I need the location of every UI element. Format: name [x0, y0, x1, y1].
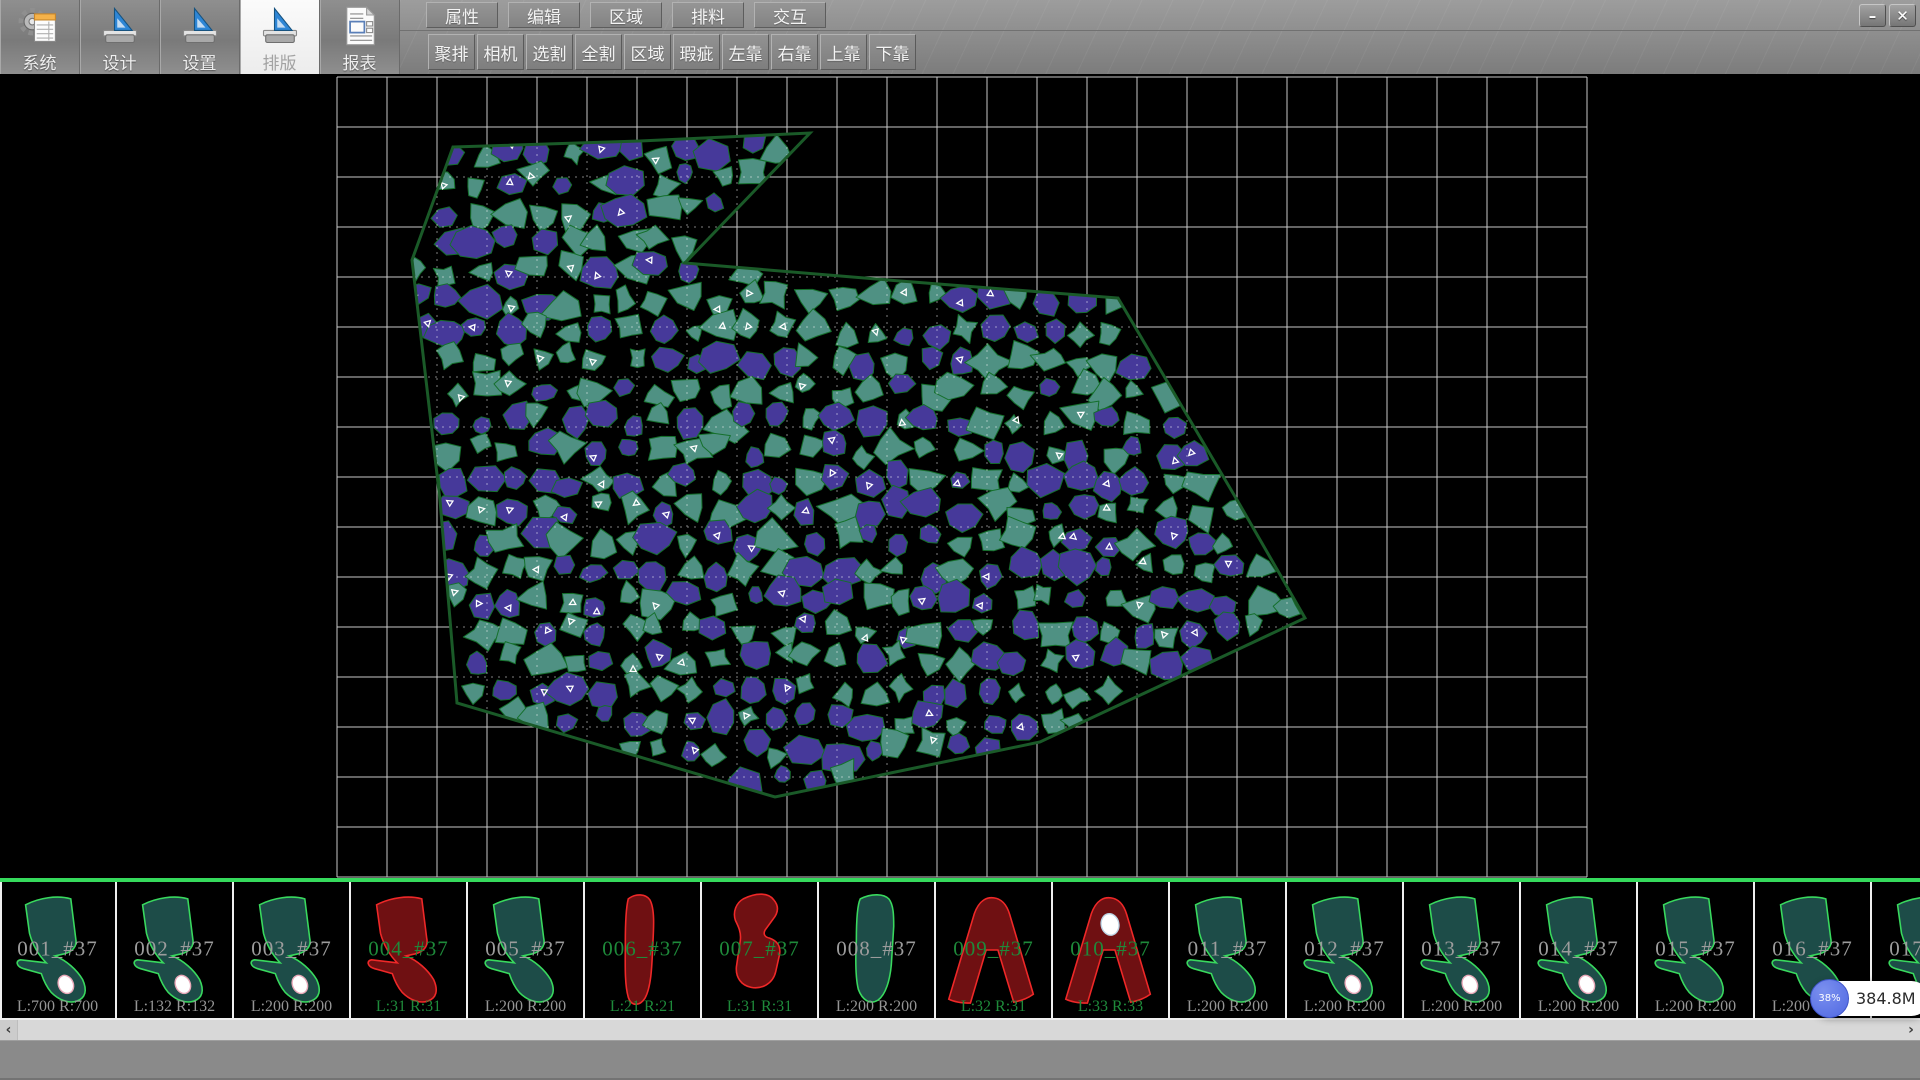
part-label: 017_#37 [1872, 936, 1920, 961]
part-label: 002_#37 [117, 936, 232, 961]
system-icon [18, 4, 62, 48]
report-icon [338, 4, 382, 48]
part-lr-count: L:200 R:200 [1521, 998, 1636, 1016]
window-controls: – ✕ [1859, 4, 1916, 27]
part-label: 013_#37 [1404, 936, 1519, 961]
part-thumbnail-009_#37[interactable]: 009_#37 L:32 R:31 [936, 882, 1053, 1018]
scroll-left-button[interactable]: ‹ [0, 1020, 18, 1040]
menu-button-4[interactable]: 交互 [754, 2, 826, 28]
part-lr-count: L:200 R:200 [234, 998, 349, 1016]
menu-button-1[interactable]: 编辑 [508, 2, 580, 28]
app-button-ruler-设置[interactable]: 设置 [160, 0, 240, 74]
tool-button-3[interactable]: 全割 [575, 34, 622, 70]
app-button-ruler-排版[interactable]: 排版 [240, 0, 320, 74]
scroll-track[interactable] [18, 1020, 1902, 1040]
part-thumbnail-011_#37[interactable]: 011_#37 L:200 R:200 [1170, 882, 1287, 1018]
part-lr-count: L:200 R:200 [1638, 998, 1753, 1016]
app-button-label: 排版 [263, 49, 297, 74]
part-lr-count: L:132 R:132 [117, 998, 232, 1016]
part-label: 008_#37 [819, 936, 934, 961]
tool-button-4[interactable]: 区域 [624, 34, 671, 70]
app-button-system-系统[interactable]: 系统 [0, 0, 80, 74]
part-label: 015_#37 [1638, 936, 1753, 961]
part-lr-count: L:33 R:33 [1053, 998, 1168, 1016]
part-thumbnail-008_#37[interactable]: 008_#37 L:200 R:200 [819, 882, 936, 1018]
part-thumbnail-003_#37[interactable]: 003_#37 L:200 R:200 [234, 882, 351, 1018]
menu-button-3[interactable]: 排料 [672, 2, 744, 28]
part-lr-count: L:21 R:21 [585, 998, 700, 1016]
ribbon: 系统设计设置排版报表 属性编辑区域排料交互 聚排相机选割全割区域瑕疵左靠右靠上靠… [0, 0, 1920, 74]
ruler-icon [258, 4, 302, 48]
ribbon-right: 属性编辑区域排料交互 聚排相机选割全割区域瑕疵左靠右靠上靠下靠 [400, 0, 1920, 74]
tool-button-8[interactable]: 上靠 [820, 34, 867, 70]
tool-button-7[interactable]: 右靠 [771, 34, 818, 70]
scroll-right-button[interactable]: › [1902, 1020, 1920, 1040]
part-thumbnail-012_#37[interactable]: 012_#37 L:200 R:200 [1287, 882, 1404, 1018]
part-label: 014_#37 [1521, 936, 1636, 961]
part-thumbnail-006_#37[interactable]: 006_#37 L:21 R:21 [585, 882, 702, 1018]
part-label: 016_#37 [1755, 936, 1870, 961]
app-button-label: 报表 [343, 49, 377, 74]
part-lr-count: L:31 R:31 [702, 998, 817, 1016]
part-thumbnail-007_#37[interactable]: 007_#37 L:31 R:31 [702, 882, 819, 1018]
part-lr-count: L:200 R:200 [1404, 998, 1519, 1016]
part-thumbnail-002_#37[interactable]: 002_#37 L:132 R:132 [117, 882, 234, 1018]
tool-button-6[interactable]: 左靠 [722, 34, 769, 70]
part-lr-count: L:200 R:200 [468, 998, 583, 1016]
memory-value: 384.8M [1856, 989, 1920, 1008]
app-button-label: 系统 [23, 49, 57, 74]
ruler-icon [178, 4, 222, 48]
canvas-svg [0, 74, 1920, 878]
app-button-report-报表[interactable]: 报表 [320, 0, 400, 74]
part-thumbnail-014_#37[interactable]: 014_#37 L:200 R:200 [1521, 882, 1638, 1018]
part-label: 012_#37 [1287, 936, 1402, 961]
application-window: 系统设计设置排版报表 属性编辑区域排料交互 聚排相机选割全割区域瑕疵左靠右靠上靠… [0, 0, 1920, 1080]
app-button-label: 设计 [103, 49, 137, 74]
menu-button-2[interactable]: 区域 [590, 2, 662, 28]
part-label: 001_#37 [0, 936, 115, 961]
part-thumbnail-005_#37[interactable]: 005_#37 L:200 R:200 [468, 882, 585, 1018]
ruler-icon [98, 4, 142, 48]
status-bar [0, 1040, 1920, 1080]
part-thumbnail-010_#37[interactable]: 010_#37 L:33 R:33 [1053, 882, 1170, 1018]
app-button-ruler-设计[interactable]: 设计 [80, 0, 160, 74]
menu-button-0[interactable]: 属性 [426, 2, 498, 28]
minimize-button[interactable]: – [1859, 4, 1886, 27]
tool-bar: 聚排相机选割全割区域瑕疵左靠右靠上靠下靠 [400, 31, 1920, 73]
part-thumbnail-013_#37[interactable]: 013_#37 L:200 R:200 [1404, 882, 1521, 1018]
memory-badge: 38% 384.8M [1812, 981, 1920, 1016]
tool-button-9[interactable]: 下靠 [869, 34, 916, 70]
part-label: 009_#37 [936, 936, 1051, 961]
part-label: 003_#37 [234, 936, 349, 961]
part-lr-count: L:32 R:31 [936, 998, 1051, 1016]
horizontal-scrollbar: ‹ › [0, 1020, 1920, 1040]
part-label: 011_#37 [1170, 936, 1285, 961]
app-button-label: 设置 [183, 49, 217, 74]
part-label: 007_#37 [702, 936, 817, 961]
part-lr-count: L:200 R:200 [819, 998, 934, 1016]
tool-button-2[interactable]: 选割 [526, 34, 573, 70]
part-thumbnail-004_#37[interactable]: 004_#37 L:31 R:31 [351, 882, 468, 1018]
memory-percent-circle: 38% [1810, 979, 1849, 1018]
part-lr-count: L:200 R:200 [1287, 998, 1402, 1016]
part-label: 004_#37 [351, 936, 466, 961]
part-label: 010_#37 [1053, 936, 1168, 961]
tool-button-1[interactable]: 相机 [477, 34, 524, 70]
part-label: 005_#37 [468, 936, 583, 961]
part-lr-count: L:200 R:200 [1170, 998, 1285, 1016]
part-label: 006_#37 [585, 936, 700, 961]
tool-button-0[interactable]: 聚排 [428, 34, 475, 70]
tool-button-5[interactable]: 瑕疵 [673, 34, 720, 70]
part-thumbnail-015_#37[interactable]: 015_#37 L:200 R:200 [1638, 882, 1755, 1018]
app-launcher: 系统 设计 设置 排版 报表 [0, 0, 400, 74]
menu-bar: 属性编辑区域排料交互 [400, 0, 1920, 31]
part-thumbnail-001_#37[interactable]: 001_#37 L:700 R:700 [0, 882, 117, 1018]
part-filmstrip: 001_#37L:700 R:700002_#37L:132 R:132003_… [0, 878, 1920, 1020]
part-lr-count: L:700 R:700 [0, 998, 115, 1016]
part-lr-count: L:31 R:31 [351, 998, 466, 1016]
close-button[interactable]: ✕ [1889, 4, 1916, 27]
nesting-canvas[interactable] [0, 74, 1920, 878]
